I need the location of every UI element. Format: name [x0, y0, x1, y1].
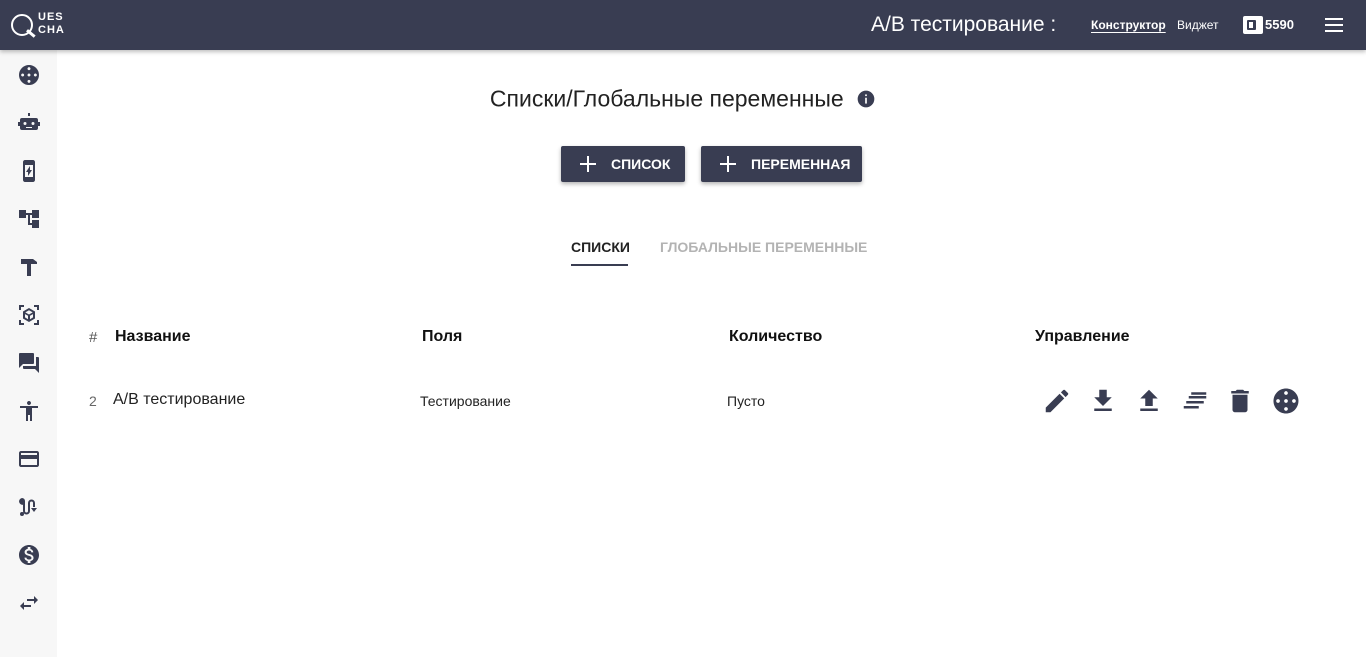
hamburger-menu-icon[interactable] — [1322, 13, 1346, 37]
nav-widget-link[interactable]: Виджет — [1177, 18, 1219, 32]
row-name: A/B тестирование — [113, 391, 246, 408]
row-fields: Тестирование — [420, 393, 511, 409]
sort-lines-icon[interactable] — [1178, 384, 1212, 418]
column-header-fields: Поля — [422, 328, 463, 345]
row-number: 2 — [89, 393, 97, 409]
swap-arrows-icon[interactable] — [16, 590, 42, 616]
column-header-name: Название — [115, 328, 191, 345]
credit-card-icon[interactable] — [16, 446, 42, 472]
wallet-icon — [1243, 16, 1263, 34]
delete-trash-icon[interactable] — [1223, 384, 1257, 418]
bowling-ball-icon[interactable] — [1269, 384, 1303, 418]
cube-scan-icon[interactable] — [16, 302, 42, 328]
upload-icon[interactable] — [1132, 384, 1166, 418]
top-bar: UES CHA A/B тестирование : Конструктор В… — [0, 0, 1366, 50]
page-title: Списки/Глобальные переменные — [0, 84, 1366, 112]
tab-lists[interactable]: СПИСКИ — [571, 239, 630, 255]
mobile-charging-icon[interactable] — [16, 158, 42, 184]
row-count: Пусто — [727, 393, 765, 409]
logo-text-top: UES — [38, 11, 64, 23]
sidebar — [0, 50, 57, 657]
download-icon[interactable] — [1086, 384, 1120, 418]
info-icon[interactable] — [856, 89, 876, 109]
page-title-text: Списки/Глобальные переменные — [489, 85, 844, 112]
edit-pencil-icon[interactable] — [1040, 384, 1074, 418]
tab-global-variables[interactable]: ГЛОБАЛЬНЫЕ ПЕРЕМЕННЫЕ — [660, 239, 867, 255]
logo-text-bottom: CHA — [38, 24, 65, 36]
balance-value: 5590 — [1265, 17, 1294, 32]
column-header-number: # — [89, 329, 98, 346]
chat-forum-icon[interactable] — [16, 350, 42, 376]
nav-constructor-link[interactable]: Конструктор — [1091, 18, 1166, 32]
column-header-count: Количество — [729, 328, 823, 345]
hierarchy-tree-icon[interactable] — [16, 206, 42, 232]
add-list-label: СПИСОК — [611, 156, 671, 172]
add-variable-label: ПЕРЕМЕННАЯ — [751, 156, 851, 172]
plus-icon — [720, 156, 736, 172]
plus-icon — [580, 156, 596, 172]
bot-title: A/B тестирование : — [871, 13, 1057, 36]
route-icon[interactable] — [16, 494, 42, 520]
column-header-actions: Управление — [1035, 328, 1130, 345]
accessibility-person-icon[interactable] — [16, 398, 42, 424]
app-logo[interactable]: UES CHA — [11, 8, 71, 42]
robot-icon[interactable] — [16, 110, 42, 136]
add-list-button[interactable]: СПИСОК — [561, 146, 685, 182]
dollar-icon[interactable] — [16, 542, 42, 568]
tab-active-indicator — [571, 264, 628, 266]
add-variable-button[interactable]: ПЕРЕМЕННАЯ — [701, 146, 862, 182]
hammer-icon[interactable] — [16, 254, 42, 280]
